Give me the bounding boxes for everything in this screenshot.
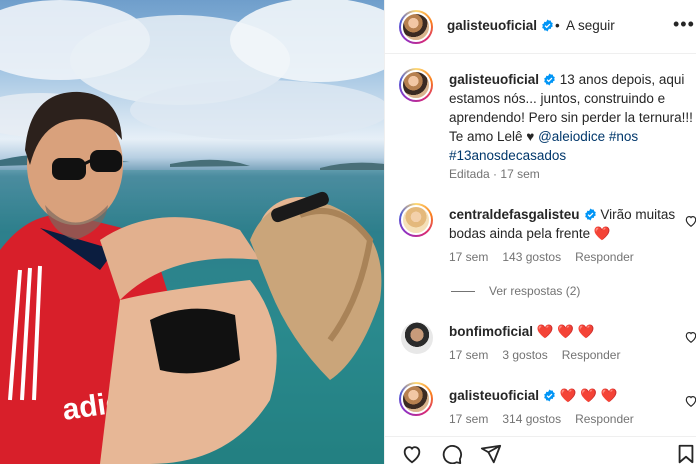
comment-emoji: ❤️ ❤️ ❤️ [559,388,618,403]
following-button[interactable]: A seguir [566,18,615,33]
post-caption: galisteuoficial 13 anos depois, aqui est… [449,70,693,165]
comment-emoji: ❤️ ❤️ ❤️ [536,324,595,339]
comment-avatar[interactable] [401,322,433,354]
heart-outline-icon[interactable] [401,443,423,464]
edited-label: Editada [449,167,490,181]
comment-timestamp[interactable]: 17 sem [449,250,488,264]
post-side-panel: galisteuoficial • A seguir ••• galisteuo… [384,0,696,464]
heart-outline-icon[interactable] [684,394,696,408]
comment-avatar[interactable] [399,203,433,237]
author-avatar[interactable] [399,10,433,44]
view-replies-button[interactable]: Ver respostas (2) [451,284,580,298]
heart-outline-icon[interactable] [684,330,696,344]
post-header: galisteuoficial • A seguir ••• [385,0,696,54]
caption-avatar[interactable] [399,68,433,102]
reply-button[interactable]: Responder [562,348,621,362]
post-action-bar [385,436,696,464]
caption-username[interactable]: galisteuoficial [449,72,539,87]
photo-scene: adid [0,0,384,464]
view-replies-label[interactable]: Ver respostas (2) [489,284,580,298]
comment-meta: 17 sem 143 gostos Responder [449,250,634,264]
author-username[interactable]: galisteuoficial [447,18,554,33]
comment-meta: 17 sem 3 gostos Responder [449,348,620,362]
comment-timestamp[interactable]: 17 sem [449,412,488,426]
caption-mention-link[interactable]: @aleiodice [538,129,605,144]
post-photo[interactable]: adid [0,0,384,464]
replies-divider [451,291,475,293]
caption-timestamp[interactable]: 17 sem [500,167,539,181]
comment-username[interactable]: bonfimoficial [449,324,533,339]
comment-icon[interactable] [441,443,463,464]
comment-item: galisteuoficial ❤️ ❤️ ❤️ [449,386,679,405]
header-separator: • [555,18,560,33]
caption-meta: Editada · 17 sem [449,167,540,181]
comment-likes[interactable]: 3 gostos [502,348,547,362]
verified-badge-icon [544,389,555,402]
reply-button[interactable]: Responder [575,250,634,264]
verified-badge-icon [544,73,555,86]
comment-username[interactable]: galisteuoficial [449,388,539,403]
heart-outline-icon[interactable] [684,214,696,228]
comment-meta: 17 sem 314 gostos Responder [449,412,634,426]
comment-avatar[interactable] [399,382,433,416]
caption-hashtag-link[interactable]: #nos [609,129,638,144]
comment-likes[interactable]: 143 gostos [502,250,561,264]
comment-likes[interactable]: 314 gostos [502,412,561,426]
verified-badge-icon [584,208,596,221]
comment-item: centraldefasgalisteu Virão muitas bodas … [449,205,679,243]
verified-badge-icon [542,19,553,32]
comment-username[interactable]: centraldefasgalisteu [449,207,580,222]
more-options-icon[interactable]: ••• [673,14,695,35]
comment-emoji: ❤️ [593,226,611,241]
author-username-text[interactable]: galisteuoficial [447,18,537,33]
comment-timestamp[interactable]: 17 sem [449,348,488,362]
comment-item: bonfimoficial ❤️ ❤️ ❤️ [449,322,679,341]
bookmark-icon[interactable] [675,443,696,464]
reply-button[interactable]: Responder [575,412,634,426]
meta-dot: · [493,167,498,181]
share-icon[interactable] [480,443,502,464]
caption-hashtag-link[interactable]: #13anosdecasados [449,148,566,163]
